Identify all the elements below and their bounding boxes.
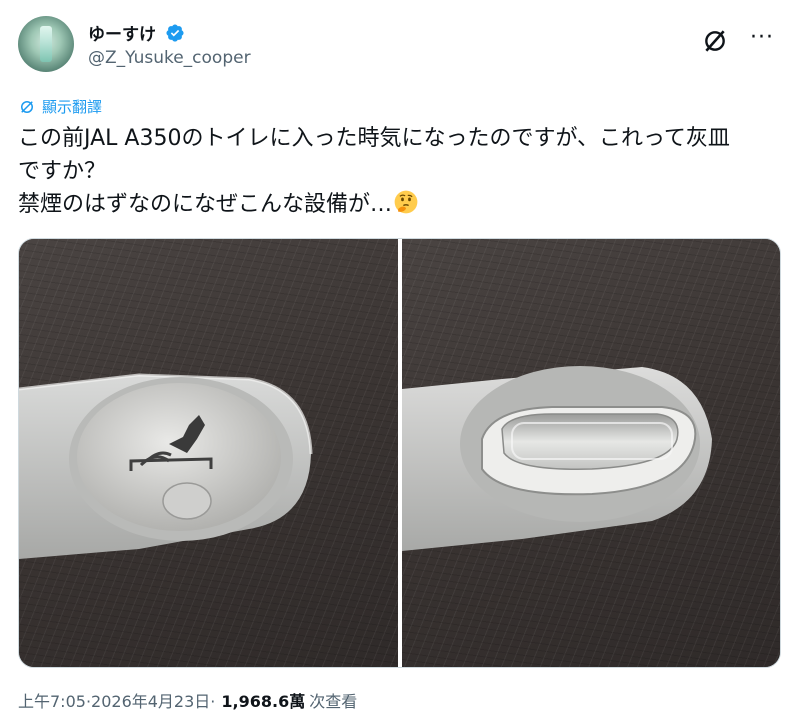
tweet-time[interactable]: 上午7:05	[18, 688, 86, 712]
photo-ashtray-closed[interactable]	[19, 239, 398, 667]
grok-icon[interactable]	[702, 28, 728, 54]
ashtray-open-illustration	[401, 366, 712, 551]
views-label: 次查看	[309, 692, 358, 711]
author-display-name[interactable]: ゆーすけ	[88, 20, 156, 45]
tweet-meta: 上午7:05 · 2026年4月23日 · 1,968.6萬 次查看	[18, 688, 357, 712]
views-count: 1,968.6萬	[221, 692, 306, 711]
tweet-header: ゆーすけ @Z_Yusuke_cooper ···	[18, 14, 782, 74]
translate-label[interactable]: 顯示翻譯	[42, 96, 102, 117]
tweet-text: この前JAL A350のトイレに入った時気になったのですが、これって灰皿 ですか…	[18, 122, 778, 221]
ashtray-closed-illustration	[19, 373, 313, 559]
more-icon[interactable]: ···	[748, 26, 776, 54]
tweet-body: この前JAL A350のトイレに入った時気になったのですが、これって灰皿 ですか…	[18, 126, 730, 217]
author-name-row[interactable]: ゆーすけ	[88, 20, 185, 45]
tweet-date[interactable]: 2026年4月23日	[91, 688, 210, 712]
thinking-face-emoji	[394, 190, 418, 214]
author-handle[interactable]: @Z_Yusuke_cooper	[88, 48, 251, 68]
media-grid[interactable]	[18, 238, 781, 668]
translate-icon	[21, 100, 33, 113]
photo-ashtray-open[interactable]	[401, 239, 780, 667]
avatar[interactable]	[18, 16, 74, 72]
meta-separator-2: ·	[210, 692, 216, 711]
verified-badge-icon	[166, 23, 184, 42]
translate-link[interactable]: 顯示翻譯	[18, 96, 102, 117]
